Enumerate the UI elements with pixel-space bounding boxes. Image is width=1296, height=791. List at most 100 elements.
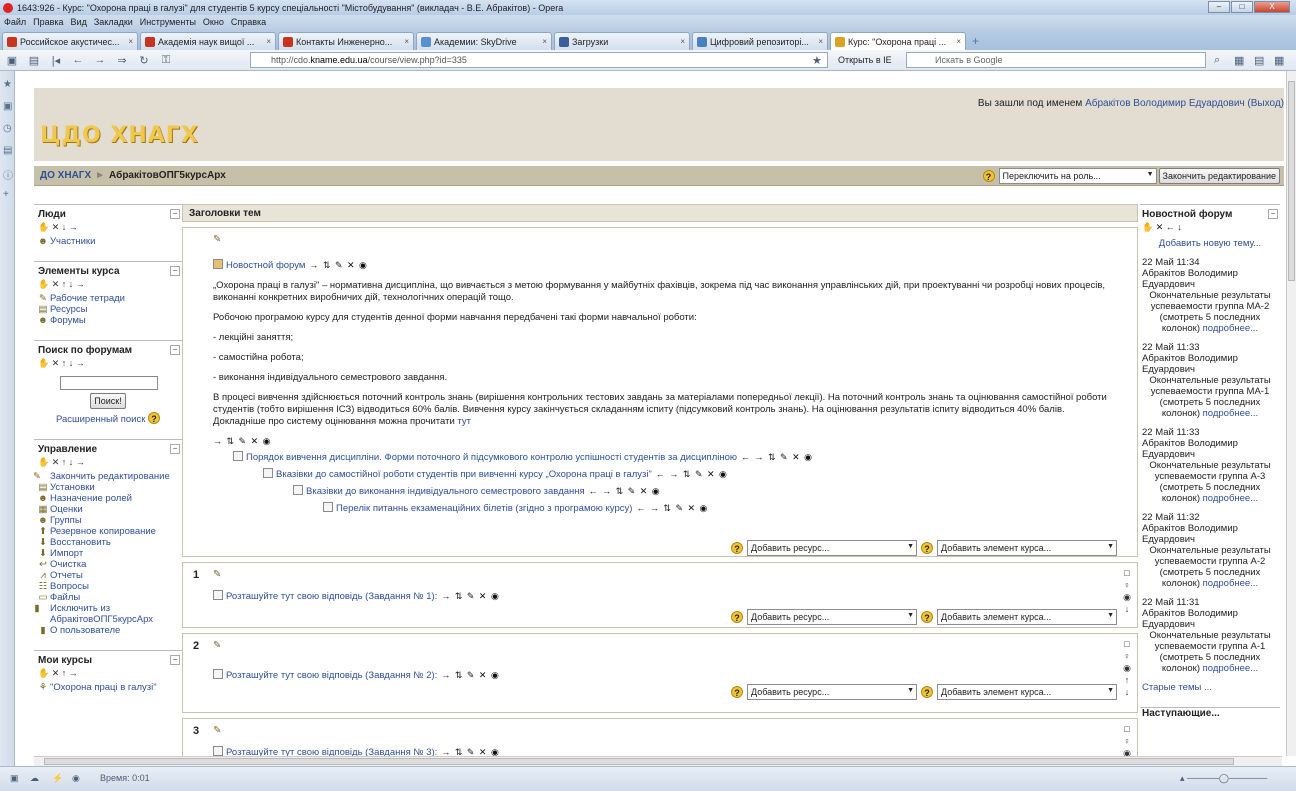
search-input[interactable]: Искать в Google: [906, 52, 1206, 68]
edit-controls[interactable]: ← → ⇅ ✎ ✕ ◉: [656, 469, 728, 479]
menu-file[interactable]: Файл: [4, 17, 26, 27]
edit-summary-icon[interactable]: ✎: [213, 725, 1113, 736]
forward-icon[interactable]: →: [90, 54, 110, 66]
collapse-icon[interactable]: −: [170, 266, 180, 276]
section-controls[interactable]: □ ♀ ◉: [1121, 723, 1133, 756]
help-icon[interactable]: ?: [982, 170, 995, 182]
block-controls[interactable]: ✋ ✕ ↑ →: [34, 668, 182, 682]
edit-summary-icon[interactable]: ✎: [213, 640, 1113, 651]
stop-editing-button[interactable]: Закончить редактирование: [1158, 168, 1280, 184]
fast-forward-icon[interactable]: ⇒: [112, 54, 132, 67]
link-course[interactable]: ⚘ "Охорона праці в галузі": [34, 682, 182, 693]
link-stop-editing[interactable]: ✎ Закончить редактирование: [34, 471, 182, 482]
menu-window[interactable]: Окно: [203, 17, 224, 27]
add-activity-select[interactable]: Добавить элемент курса... ▼: [937, 540, 1117, 556]
zoom-slider[interactable]: ▴ ─────◯──────: [1180, 773, 1267, 784]
tab-close-icon[interactable]: ×: [818, 37, 823, 46]
cloud-icon[interactable]: ☁: [30, 773, 39, 784]
link-resources[interactable]: ▤ Ресурсы: [34, 304, 182, 315]
turbo-icon[interactable]: ◉: [72, 773, 80, 784]
browser-tab-repository[interactable]: Цифровий репозиторі... ×: [692, 32, 828, 50]
reload-icon[interactable]: ↻: [134, 54, 154, 67]
bookmarks-star-icon[interactable]: ★: [3, 79, 12, 90]
horizontal-scrollbar[interactable]: [34, 756, 1282, 766]
mail-icon[interactable]: ▣: [3, 101, 12, 112]
info-icon[interactable]: ⓘ: [3, 167, 13, 182]
link-questions[interactable]: ☷ Вопросы: [34, 581, 182, 592]
block-controls[interactable]: ✋ ✕ ← ↓: [1140, 222, 1280, 236]
link-reset[interactable]: ↩ Очистка: [34, 559, 182, 570]
menu-help[interactable]: Справка: [231, 17, 266, 27]
menu-view[interactable]: Вид: [71, 17, 87, 27]
open-in-ie-button[interactable]: Открыть в IE: [838, 55, 892, 65]
edit-summary-icon[interactable]: ✎: [213, 234, 1113, 245]
minimize-button[interactable]: –: [1208, 1, 1230, 13]
edit-controls[interactable]: → ⇅ ✎ ✕ ◉: [441, 670, 499, 680]
forum-search-button[interactable]: Поиск!: [90, 393, 126, 409]
sessions-icon[interactable]: ▤: [24, 54, 44, 67]
browser-tab-acoustic[interactable]: Российское акустичес... ×: [2, 32, 138, 50]
collapse-icon[interactable]: −: [170, 444, 180, 454]
address-input[interactable]: http://cdo.kname.edu.ua/course/view.php?…: [250, 52, 828, 68]
link-workbooks[interactable]: ✎ Рабочие тетради: [34, 293, 182, 304]
link-restore[interactable]: ⬇ Восстановить: [34, 537, 182, 548]
help-icon[interactable]: ?: [731, 542, 743, 554]
key-icon[interactable]: ⚿: [156, 54, 176, 67]
assignment-link[interactable]: Розташуйте тут свою відповідь (Завдання …: [226, 670, 437, 681]
collapse-icon[interactable]: −: [1268, 209, 1278, 219]
news-forum-link[interactable]: Новостной форум: [226, 260, 305, 271]
collapse-icon[interactable]: −: [170, 209, 180, 219]
link-backup[interactable]: ⬆ Резервное копирование: [34, 526, 182, 537]
panel-toggle-icon[interactable]: ▣: [10, 773, 19, 784]
link-import[interactable]: ⬇ Импорт: [34, 548, 182, 559]
link-unenrol[interactable]: ▮ Исключить из АбракітовОПГ5курсАрх: [34, 603, 182, 625]
help-icon[interactable]: ?: [921, 611, 933, 623]
resource-link[interactable]: Вказівки до самостійної роботи студентів…: [276, 469, 652, 480]
tab-close-icon[interactable]: ×: [542, 37, 547, 46]
read-more-link[interactable]: подробнее...: [1203, 323, 1259, 334]
tab-close-icon[interactable]: ×: [680, 37, 685, 46]
browser-tab-skydrive[interactable]: Академии: SkyDrive ×: [416, 32, 552, 50]
notes-panel-icon[interactable]: ▤: [3, 145, 12, 156]
menu-bookmarks[interactable]: Закладки: [94, 17, 133, 27]
block-controls[interactable]: ✋ ✕ ↑ ↓ →: [34, 279, 182, 293]
assignment-link[interactable]: Розташуйте тут свою відповідь (Завдання …: [226, 591, 437, 602]
history-icon[interactable]: ◷: [3, 123, 12, 134]
read-more-link[interactable]: подробнее...: [1203, 578, 1259, 589]
browser-tab-course[interactable]: Курс: "Охорона праці ... ×: [830, 32, 966, 50]
add-activity-select[interactable]: Добавить элемент курса... ▼: [937, 684, 1117, 700]
help-icon[interactable]: ?: [148, 412, 161, 424]
tab-close-icon[interactable]: ×: [266, 37, 271, 46]
block-controls[interactable]: ✋ ✕ ↑ ↓ →: [34, 457, 182, 471]
add-resource-select[interactable]: Добавить ресурс... ▼: [747, 609, 917, 625]
resource-link[interactable]: Перелік питаннь екзаменаційних білетів (…: [336, 503, 632, 514]
read-more-link[interactable]: подробнее...: [1203, 408, 1259, 419]
hscroll-thumb[interactable]: [44, 758, 1234, 765]
link-grades[interactable]: ▦ Оценки: [34, 504, 182, 515]
maximize-button[interactable]: □: [1231, 1, 1253, 13]
assignment-link[interactable]: Розташуйте тут свою відповідь (Завдання …: [226, 747, 437, 756]
browser-tab-academy[interactable]: Академія наук вищої ... ×: [140, 32, 276, 50]
menu-tools[interactable]: Инструменты: [140, 17, 196, 27]
site-logo[interactable]: ЦДО ХНАГХ: [40, 123, 199, 148]
vscroll-thumb[interactable]: [1288, 81, 1295, 281]
resource-link[interactable]: Порядок вивчення дисципліни. Форми поточ…: [246, 452, 737, 463]
link-participants[interactable]: ☻ Участники: [34, 236, 182, 247]
section-controls[interactable]: □ ♀ ◉ ↑ ↓: [1121, 638, 1133, 698]
link-groups[interactable]: ☻ Группы: [34, 515, 182, 526]
edit-controls[interactable]: → ⇅ ✎ ✕ ◉: [309, 260, 367, 270]
link-assign-roles[interactable]: ☻ Назначение ролей: [34, 493, 182, 504]
speed-dial-icon[interactable]: ▣: [2, 54, 22, 67]
logout-link[interactable]: (Выход): [1247, 98, 1284, 109]
collapse-icon[interactable]: −: [170, 655, 180, 665]
user-link[interactable]: Абракітов Володимир Едуардович: [1085, 98, 1245, 109]
help-icon[interactable]: ?: [731, 686, 743, 698]
edit-controls[interactable]: ← → ⇅ ✎ ✕ ◉: [741, 452, 813, 462]
tab-close-icon[interactable]: ×: [956, 37, 961, 46]
rewind-icon[interactable]: |◂: [46, 54, 66, 67]
add-activity-select[interactable]: Добавить элемент курса... ▼: [937, 609, 1117, 625]
notes-icon[interactable]: ▤: [1254, 54, 1264, 67]
add-new-topic-link[interactable]: Добавить новую тему...: [1140, 238, 1280, 249]
block-controls[interactable]: ✋ ✕ ↓ →: [34, 222, 182, 236]
link-files[interactable]: ▭ Файлы: [34, 592, 182, 603]
